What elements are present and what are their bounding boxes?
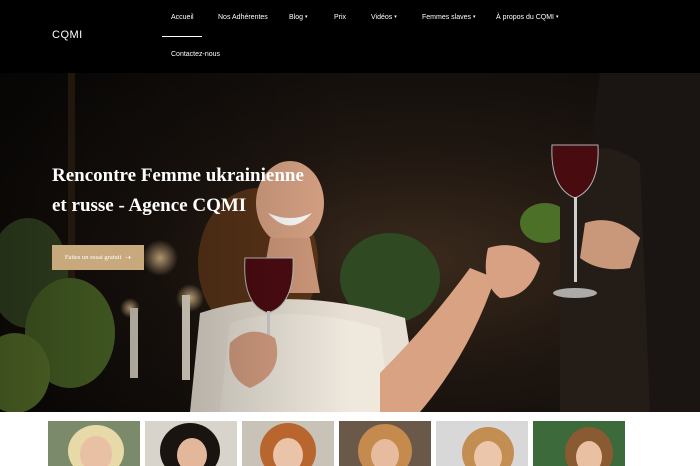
nav-item-a-propos[interactable]: À propos du CQMI ▾ [496,14,558,21]
chevron-down-icon: ▾ [394,14,397,20]
nav-item-prix[interactable]: Prix [334,14,346,21]
nav-item-contactez-nous[interactable]: Contactez-nous [171,51,220,58]
profile-photo [48,421,140,466]
nav-label: Prix [334,14,347,21]
chevron-down-icon: ▾ [555,14,559,20]
chevron-down-icon: ▾ [305,14,308,20]
nav-label: Contactez-nous [171,51,221,58]
nav-label: Blog [289,14,304,21]
nav-item-videos[interactable]: Vidéos ▾ [371,14,397,21]
nav-item-blog[interactable]: Blog ▾ [289,14,308,21]
profile-card[interactable] [145,421,237,466]
profile-photo [145,421,237,466]
nav-label: À propos du CQMI [496,14,554,21]
arrow-right-icon: ➝ [124,253,132,262]
profile-card[interactable] [48,421,140,466]
nav-label: Accueil [171,14,194,21]
hero-banner: Rencontre Femme ukrainienne et russe - A… [0,73,700,412]
profile-card[interactable] [436,421,528,466]
hero-photo [0,73,700,412]
free-trial-button[interactable]: Faites un essai gratuit ➝ [52,245,144,270]
profile-card[interactable] [339,421,431,466]
nav-item-femmes-slaves[interactable]: Femmes slaves ▾ [422,14,476,21]
profile-strip [0,412,700,466]
profile-photo [242,421,334,466]
nav-label: Nos Adhérentes [218,14,268,21]
nav-label: Vidéos [371,14,393,21]
nav-label: Femmes slaves [422,14,472,21]
profile-photo [436,421,528,466]
profile-card[interactable] [242,421,334,466]
site-logo[interactable]: CQMI [52,29,83,41]
nav-item-nos-adherentes[interactable]: Nos Adhérentes [218,14,268,21]
active-nav-underline [162,36,202,37]
profile-card[interactable] [533,421,625,466]
site-header: CQMI Accueil Nos Adhérentes Blog ▾ Prix V… [0,0,700,73]
profile-photo [339,421,431,466]
free-trial-label: Faites un essai gratuit [64,254,122,261]
profile-photo [533,421,625,466]
chevron-down-icon: ▾ [473,14,476,20]
nav-item-accueil[interactable]: Accueil [171,14,194,21]
hero-title: Rencontre Femme ukrainienne et russe - A… [52,165,304,216]
